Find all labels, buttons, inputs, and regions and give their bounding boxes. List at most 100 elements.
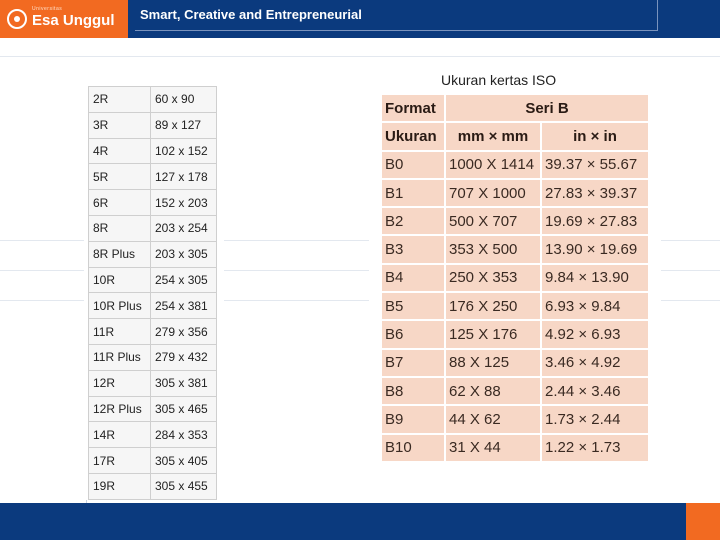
photo-size-dimensions: 152 x 203 [150,189,217,216]
b-size-in: 19.69 × 27.83 [540,206,650,237]
b-size-in: 39.37 × 55.67 [540,149,650,180]
b-format: B7 [380,347,446,378]
header-in: in × in [540,121,650,152]
b-size-in: 13.90 × 19.69 [540,234,650,265]
photo-size-name: 8R Plus [88,240,151,268]
b-size-mm: 125 X 176 [444,319,542,350]
b-size-mm: 88 X 125 [444,347,542,378]
b-size-mm: 353 X 500 [444,234,542,265]
table-row: 4R 102 x 152 [88,137,217,165]
photo-size-dimensions: 102 x 152 [150,137,217,165]
photo-size-dimensions: 305 x 455 [150,472,217,500]
table-row: 19R 305 x 455 [88,472,217,500]
photo-size-name: 6R [88,189,151,216]
photo-size-dimensions: 284 x 353 [150,421,217,449]
b-size-mm: 1000 X 1414 [444,149,542,180]
b-format: B1 [380,177,446,209]
photo-size-dimensions: 89 x 127 [150,111,217,139]
iso-b-series-table: Format Seri B Ukuran mm × mm in × in B0 1… [380,92,650,463]
photo-size-dimensions: 60 x 90 [150,86,217,113]
photo-size-dimensions: 279 x 356 [150,318,217,345]
table-row: B0 1000 X 1414 39.37 × 55.67 [380,149,650,180]
b-size-mm: 44 X 62 [444,404,542,435]
background-stripe [0,56,720,57]
photo-size-dimensions: 203 x 254 [150,214,217,242]
table-row: 11R Plus 279 x 432 [88,343,217,371]
b-size-in: 9.84 × 13.90 [540,262,650,294]
photo-size-dimensions: 305 x 381 [150,369,217,397]
header-format: Format [380,92,446,124]
b-format: B2 [380,206,446,237]
b-format: B0 [380,149,446,180]
table-row: B2 500 X 707 19.69 × 27.83 [380,206,650,237]
footer-accent [686,503,720,540]
table-row: 12R Plus 305 x 465 [88,395,217,423]
b-format: B4 [380,262,446,294]
b-size-in: 6.93 × 9.84 [540,291,650,322]
table-row: B9 44 X 62 1.73 × 2.44 [380,404,650,435]
header-size: Ukuran [380,121,446,152]
table-row: 10R 254 x 305 [88,266,217,294]
logo-emblem-icon [7,9,27,29]
iso-table-title: Ukuran kertas ISO [441,72,557,88]
table-row: 2R 60 x 90 [88,86,217,113]
table-row: B7 88 X 125 3.46 × 4.92 [380,347,650,378]
b-size-in: 3.46 × 4.92 [540,347,650,378]
photo-size-name: 5R [88,163,151,191]
header-series: Seri B [444,92,650,124]
logo: Universitas Esa Unggul [0,0,128,38]
b-size-in: 4.92 × 6.93 [540,319,650,350]
photo-size-dimensions: 127 x 178 [150,163,217,191]
b-format: B6 [380,319,446,350]
photo-size-name: 17R [88,447,151,474]
logo-text: Esa Unggul [32,12,115,29]
b-size-mm: 707 X 1000 [444,177,542,209]
table-row: B1 707 X 1000 27.83 × 39.37 [380,177,650,209]
table-row: 8R Plus 203 x 305 [88,240,217,268]
photo-size-name: 3R [88,111,151,139]
b-format: B9 [380,404,446,435]
table-row: 11R 279 x 356 [88,318,217,345]
b-size-in: 27.83 × 39.37 [540,177,650,209]
b-size-mm: 62 X 88 [444,375,542,407]
photo-size-name: 11R [88,318,151,345]
table-row: 12R 305 x 381 [88,369,217,397]
table-row: B10 31 X 44 1.22 × 1.73 [380,432,650,463]
b-size-mm: 500 X 707 [444,206,542,237]
photo-size-name: 14R [88,421,151,449]
table-row: B4 250 X 353 9.84 × 13.90 [380,262,650,294]
table-row: 10R Plus 254 x 381 [88,292,217,320]
table-row: B3 353 X 500 13.90 × 19.69 [380,234,650,265]
b-format: B8 [380,375,446,407]
b-size-mm: 176 X 250 [444,291,542,322]
photo-size-dimensions: 254 x 305 [150,266,217,294]
footer-bar [0,503,720,540]
table-row: 17R 305 x 405 [88,447,217,474]
table-row: B5 176 X 250 6.93 × 9.84 [380,291,650,322]
b-size-in: 1.73 × 2.44 [540,404,650,435]
table-row: 6R 152 x 203 [88,189,217,216]
table-row: 5R 127 x 178 [88,163,217,191]
header-mm: mm × mm [444,121,542,152]
photo-size-dimensions: 305 x 405 [150,447,217,474]
photo-size-name: 8R [88,214,151,242]
table-row: 8R 203 x 254 [88,214,217,242]
photo-size-dimensions: 203 x 305 [150,240,217,268]
photo-size-name: 12R [88,369,151,397]
table-header-row: Ukuran mm × mm in × in [380,121,650,152]
b-format: B10 [380,432,446,463]
b-format: B3 [380,234,446,265]
photo-size-name: 10R Plus [88,292,151,320]
table-row: B6 125 X 176 4.92 × 6.93 [380,319,650,350]
b-size-mm: 31 X 44 [444,432,542,463]
b-size-in: 2.44 × 3.46 [540,375,650,407]
table-row: 14R 284 x 353 [88,421,217,449]
table-row: B8 62 X 88 2.44 × 3.46 [380,375,650,407]
photo-size-dimensions: 254 x 381 [150,292,217,320]
b-format: B5 [380,291,446,322]
photo-size-table: 2R 60 x 90 3R 89 x 127 4R 102 x 152 5R 127 x 17… [88,86,217,500]
table-row: 3R 89 x 127 [88,111,217,139]
table-header-row: Format Seri B [380,92,650,124]
tagline: Smart, Creative and Entrepreneurial [140,7,362,22]
photo-size-name: 19R [88,472,151,500]
